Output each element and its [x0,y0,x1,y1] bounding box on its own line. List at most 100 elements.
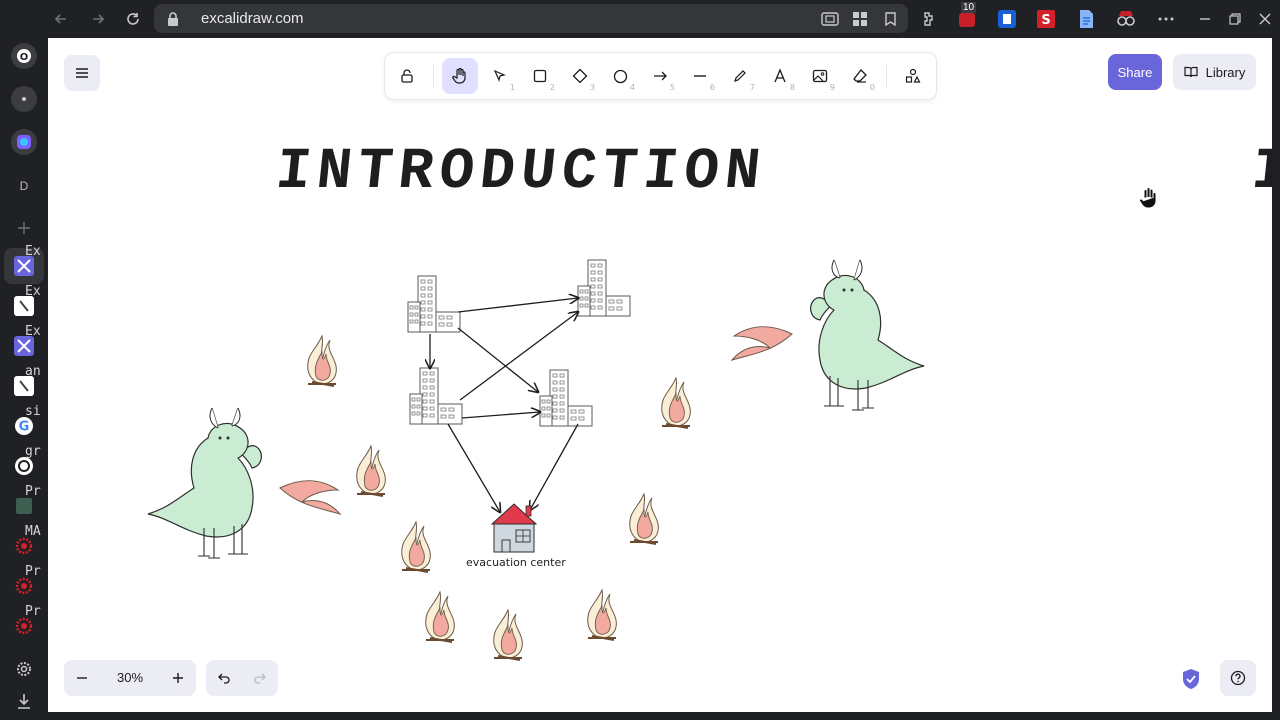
google-icon[interactable]: G [14,416,34,436]
sidebar-tab-label: Pr [25,604,41,619]
blue-shield-extension-icon[interactable] [997,9,1017,29]
zoom-controls: 30% [64,660,196,696]
excalidraw-icon[interactable] [14,336,34,356]
sidebar-app-button[interactable] [6,124,42,160]
excalidraw-icon [14,256,34,276]
building-shape[interactable] [539,369,593,427]
plus-icon [18,222,30,234]
reload-icon [127,13,139,25]
zoom-in-button[interactable] [160,660,196,696]
flame-shape[interactable] [492,609,524,661]
browser-sidebar: O D Ex Ex Ex an G si gr Pr MA Pr Pr [0,38,48,720]
excalidraw-canvas[interactable]: 1 2 3 4 5 6 7 8 9 0 Share Library INTROD… [48,38,1272,712]
restore-button[interactable] [1225,9,1245,29]
chatgpt-icon[interactable] [14,456,34,476]
connector-arrow[interactable] [457,327,538,392]
more-options-icon[interactable] [1156,9,1176,29]
app-icon [11,129,37,155]
svg-text:O: O [20,52,29,63]
sidebar-tab-label: Ex [25,284,41,299]
green-square-icon[interactable] [14,496,34,516]
excalidraw-white-icon[interactable] [14,376,34,396]
flame-shape[interactable] [628,493,660,545]
restore-icon [1229,13,1241,25]
sidebar-tab-label: Ex [25,324,41,339]
plus-icon [173,673,183,683]
download-icon[interactable] [14,691,34,711]
flame-shape[interactable] [355,445,387,497]
close-icon [1259,13,1271,25]
forward-button[interactable] [85,6,111,32]
red-gear-icon[interactable] [14,536,34,556]
flame-shape[interactable] [586,589,618,641]
lock-icon [168,12,178,26]
connector-arrow[interactable] [447,423,500,512]
evacuation-house-shape[interactable] [490,503,538,553]
flame-shape[interactable] [400,521,432,573]
bookmark-icon[interactable] [881,12,899,26]
opera-logo-icon: O [11,43,37,69]
evacuation-center-label[interactable]: evacuation center [466,556,566,569]
excalidraw-white-icon[interactable] [14,296,34,316]
svg-text:S: S [1041,13,1050,28]
sidebar-dot-button[interactable] [6,81,42,117]
flame-shape[interactable] [660,377,692,429]
extension-badge-count: 10 [961,2,977,13]
sidebar-d-button[interactable]: D [6,168,42,204]
sidebar-tab-label: gr [25,444,41,459]
grab-cursor-icon [1139,187,1157,209]
window-edge-bottom [48,712,1272,720]
minimize-button[interactable] [1195,9,1215,29]
sidebar-tab-label: Ex [25,244,41,259]
flame-shape[interactable] [306,335,338,387]
sidebar-tab-label: Pr [25,564,41,579]
screenshot-icon[interactable] [821,12,839,26]
red-s-extension-icon[interactable]: S [1036,9,1056,29]
settings-icon[interactable] [14,659,34,679]
window-edge-right [1272,38,1280,720]
undo-icon [218,673,230,684]
browser-top-bar: excalidraw.com 10 S [0,0,1280,38]
close-window-button[interactable] [1255,9,1275,29]
building-shape[interactable] [577,259,631,317]
address-bar[interactable]: excalidraw.com [154,4,908,33]
shield-check-icon[interactable] [1180,668,1202,690]
dragon-right-shape[interactable] [731,259,925,411]
drawing-layer [147,259,925,661]
building-shape[interactable] [407,275,461,333]
document-extension-icon[interactable] [1076,9,1096,29]
sidebar-tab-label: si [25,404,41,419]
apps-grid-icon[interactable] [851,12,869,26]
extension-red-badge[interactable]: 10 [957,2,977,29]
connector-arrow[interactable] [461,412,540,419]
reload-button[interactable] [120,6,146,32]
forward-arrow-icon [93,14,105,24]
history-controls [206,660,278,696]
sidebar-add-button[interactable] [6,210,42,246]
sidebar-tab-label: an [25,364,41,379]
dragon-left-shape[interactable] [147,407,341,559]
building-shape[interactable] [409,367,463,425]
connector-arrow[interactable] [457,298,578,313]
zoom-level[interactable]: 30% [100,660,160,696]
back-arrow-icon [54,14,66,24]
red-gear-icon[interactable] [14,576,34,596]
sidebar-d-label: D [19,179,29,193]
back-button[interactable] [48,6,74,32]
spy-extension-icon[interactable] [1116,9,1136,29]
sidebar-opera-button[interactable]: O [6,38,42,74]
svg-text:G: G [19,420,30,435]
question-icon [1230,670,1246,686]
url-text: excalidraw.com [201,10,304,27]
sidebar-tab-label: Pr [25,484,41,499]
redo-button[interactable] [242,660,278,696]
extensions-icon[interactable] [919,9,939,29]
redo-icon [254,673,266,684]
flame-shape[interactable] [424,591,456,643]
red-gear-icon[interactable] [14,616,34,636]
zoom-out-button[interactable] [64,660,100,696]
undo-button[interactable] [206,660,242,696]
help-button[interactable] [1220,660,1256,696]
connector-arrow[interactable] [530,423,579,510]
dot-icon [11,86,37,112]
